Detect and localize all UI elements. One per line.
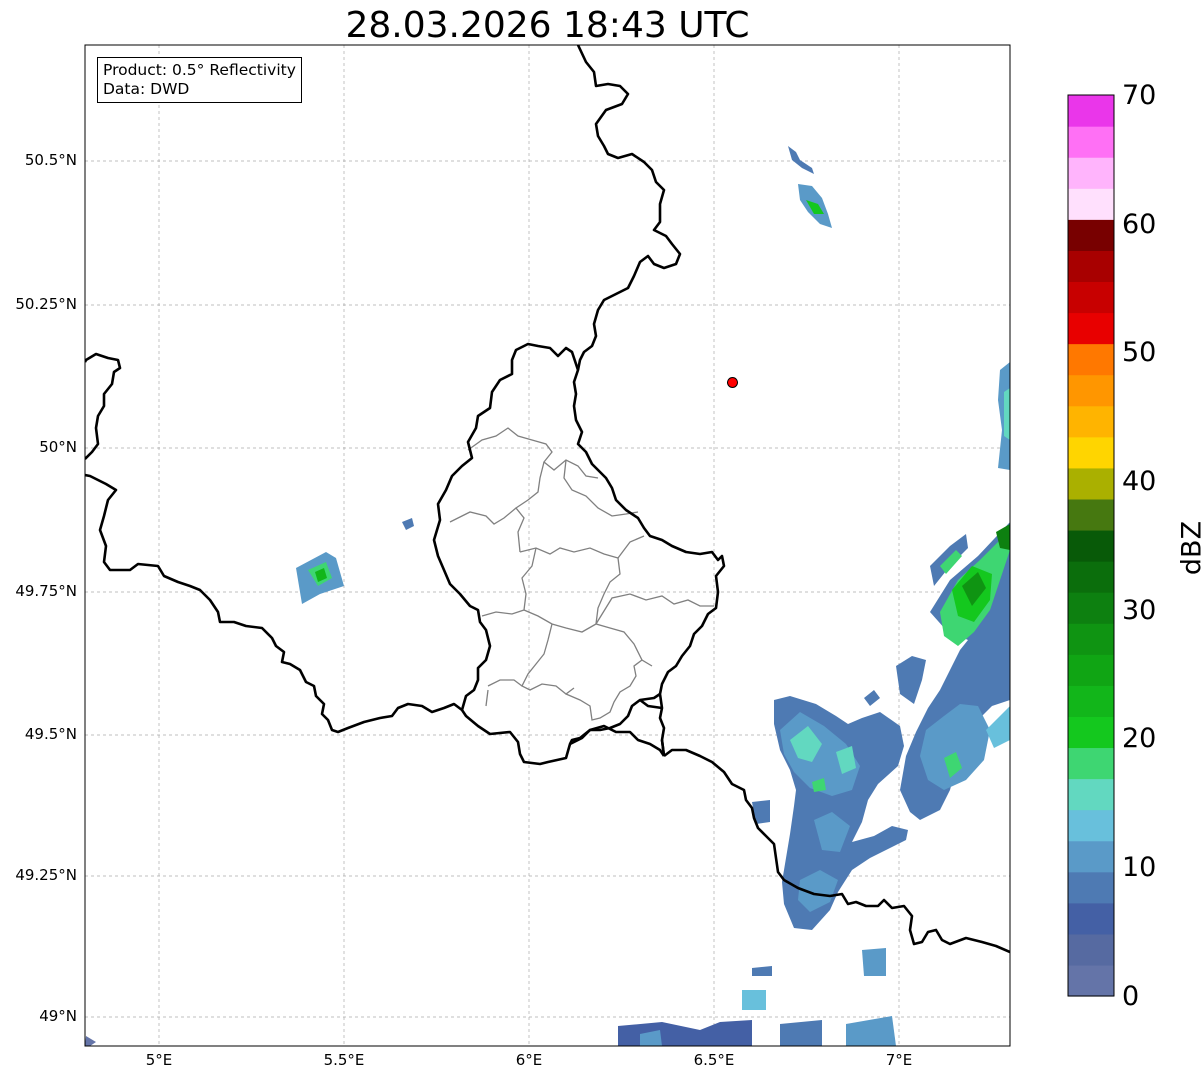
lon-tick-label: 5.5°E	[323, 1051, 365, 1069]
colorbar-segment	[1068, 716, 1114, 749]
radar-echo	[85, 1036, 96, 1046]
colorbar-segment	[1068, 281, 1114, 314]
radar-echo	[864, 690, 880, 706]
colorbar-segment	[1068, 343, 1114, 376]
colorbar-segment	[1068, 809, 1114, 842]
product-label: Product: 0.5° Reflectivity	[103, 61, 296, 79]
radar-echo	[896, 656, 926, 704]
lon-tick-label: 6°E	[515, 1051, 543, 1069]
radar-echo	[752, 966, 772, 976]
radar-echo	[1004, 388, 1010, 440]
colorbar-tick-label: 10	[1122, 852, 1157, 883]
colorbar-tick-label: 40	[1122, 466, 1157, 497]
colorbar-segment	[1068, 654, 1114, 686]
map-frame	[84, 44, 1011, 1047]
colorbar-tick-label: 50	[1122, 337, 1157, 368]
lon-tick-label: 5°E	[145, 1051, 173, 1069]
luxembourg-cantons	[449, 427, 714, 721]
product-info-box: Product: 0.5° Reflectivity Data: DWD	[97, 57, 302, 103]
colorbar-segment	[1068, 871, 1114, 904]
lat-tick-label: 49.5°N	[24, 725, 77, 743]
colorbar-segment	[1068, 405, 1114, 438]
radar-echo	[846, 1016, 896, 1046]
colorbar-segment	[1068, 964, 1114, 997]
radar-echoes	[85, 146, 1010, 1046]
colorbar-tick-label: 30	[1122, 595, 1157, 626]
lon-tick-label: 6.5°E	[693, 1051, 735, 1069]
radar-echo	[986, 706, 1010, 748]
colorbar-unit-label: dBZ	[1176, 520, 1202, 576]
colorbar-tick-label: 60	[1122, 209, 1157, 240]
colorbar-segment	[1068, 436, 1114, 469]
colorbar-segment	[1068, 95, 1114, 127]
colorbar-tick-label: 0	[1122, 981, 1140, 1012]
radar-echo	[618, 1020, 752, 1046]
colorbar-segment	[1068, 188, 1114, 220]
lat-tick-label: 50.5°N	[24, 151, 77, 169]
lat-tick-label: 49.75°N	[15, 582, 77, 600]
colorbar-segment	[1068, 157, 1114, 189]
lat-tick-label: 50.25°N	[15, 295, 77, 313]
colorbar-tick-label: 20	[1122, 723, 1157, 754]
colorbar-segment	[1068, 374, 1114, 407]
colorbar-segment	[1068, 219, 1114, 251]
colorbar-segment	[1068, 778, 1114, 811]
colorbar-segment	[1068, 126, 1114, 158]
map-gridlines	[85, 45, 1010, 1046]
colorbar-segment	[1068, 467, 1114, 500]
colorbar	[1068, 95, 1114, 997]
radar-echo	[742, 990, 766, 1010]
radar-echo	[862, 948, 886, 976]
colorbar-segment	[1068, 529, 1114, 562]
colorbar-segment	[1068, 840, 1114, 873]
colorbar-segment	[1068, 623, 1114, 655]
colorbar-tick-label: 70	[1122, 80, 1157, 111]
lat-tick-label: 49.25°N	[15, 866, 77, 884]
radar-echo	[402, 518, 414, 530]
data-source-label: Data: DWD	[103, 80, 190, 98]
colorbar-segment	[1068, 747, 1114, 780]
colorbar-segment	[1068, 685, 1114, 717]
colorbar-segment	[1068, 902, 1114, 935]
radar-echo	[780, 1020, 822, 1046]
colorbar-segment	[1068, 933, 1114, 966]
lat-tick-label: 50°N	[39, 438, 77, 456]
colorbar-segment	[1068, 498, 1114, 531]
colorbar-segment	[1068, 312, 1114, 345]
radar-site-marker	[727, 377, 738, 388]
radar-echo	[788, 146, 814, 174]
country-borders	[85, 45, 1010, 954]
colorbar-segment	[1068, 250, 1114, 283]
colorbar-segment	[1068, 561, 1114, 593]
lat-tick-label: 49°N	[39, 1007, 77, 1025]
colorbar-segment	[1068, 592, 1114, 624]
radar-map	[84, 44, 1115, 1047]
lon-tick-label: 7°E	[885, 1051, 913, 1069]
